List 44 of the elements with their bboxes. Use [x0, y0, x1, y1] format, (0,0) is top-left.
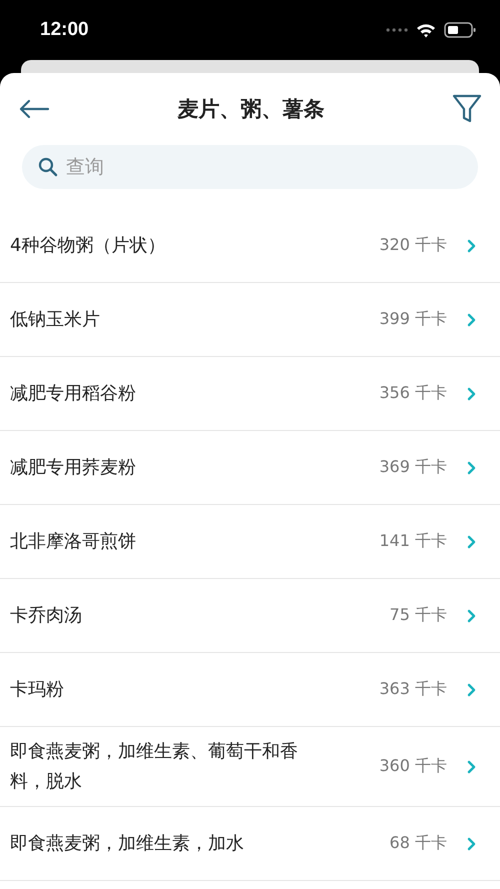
chevron-right-icon	[467, 460, 476, 474]
calorie-value: 68 千卡	[390, 833, 447, 854]
status-time: 12:00	[40, 19, 89, 41]
chevron-right-icon	[467, 534, 476, 548]
food-list-item[interactable]: 卡玛粉 363 千卡	[0, 653, 500, 727]
chevron-right-icon	[467, 836, 476, 851]
calorie-value: 320 千卡	[379, 235, 447, 256]
food-list-item[interactable]: 北非摩洛哥煎饼 141 千卡	[0, 505, 500, 579]
food-name: 卡玛粉	[10, 678, 65, 702]
back-button[interactable]	[18, 99, 50, 119]
calorie-value: 75 千卡	[390, 605, 447, 626]
chevron-right-icon	[467, 238, 476, 252]
chevron-right-icon	[467, 760, 476, 774]
calorie-value: 369 千卡	[379, 457, 447, 478]
food-list-item[interactable]: 即食燕麦粥，加维生素、葡萄干和香料，脱水 360 千卡	[0, 727, 500, 808]
chevron-right-icon	[467, 386, 476, 400]
calorie-value: 360 千卡	[379, 756, 447, 778]
food-name: 4种谷物粥（片状）	[10, 234, 166, 258]
wifi-icon	[416, 22, 436, 38]
food-name: 减肥专用荞麦粉	[10, 456, 137, 480]
food-name: 卡乔肉汤	[10, 604, 83, 628]
food-name: 减肥专用稻谷粉	[10, 382, 137, 406]
food-name: 即食燕麦粥，加维生素，加水	[10, 832, 245, 856]
chevron-right-icon	[467, 608, 476, 622]
food-list-item[interactable]: 卡乔肉汤 75 千卡	[0, 579, 500, 653]
signal-dots-icon	[386, 28, 408, 32]
food-name: 低钠玉米片	[10, 308, 101, 332]
food-name: 北非摩洛哥煎饼	[10, 530, 137, 554]
calorie-value: 141 千卡	[379, 531, 447, 552]
battery-icon	[444, 22, 476, 38]
calorie-value: 399 千卡	[379, 309, 447, 330]
food-list-item[interactable]: 4种谷物粥（片状） 320 千卡	[0, 209, 500, 283]
calorie-value: 363 千卡	[379, 679, 447, 700]
food-list-item[interactable]: 即食燕麦粥，加维生素，加水 68 千卡	[0, 807, 500, 882]
chevron-right-icon	[467, 682, 476, 696]
screen-title: 麦片、粥、薯条	[176, 96, 326, 123]
food-list-item[interactable]: 低钠玉米片 399 千卡	[0, 283, 500, 357]
filter-button[interactable]	[452, 94, 482, 124]
search-field[interactable]: 查询	[22, 145, 478, 189]
chevron-right-icon	[467, 312, 476, 326]
food-name: 即食燕麦粥，加维生素、葡萄干和香料，脱水	[10, 740, 299, 794]
calorie-value: 356 千卡	[379, 383, 447, 404]
food-list-item[interactable]: 减肥专用荞麦粉 369 千卡	[0, 431, 500, 505]
food-list-item[interactable]: 减肥专用稻谷粉 356 千卡	[0, 357, 500, 431]
